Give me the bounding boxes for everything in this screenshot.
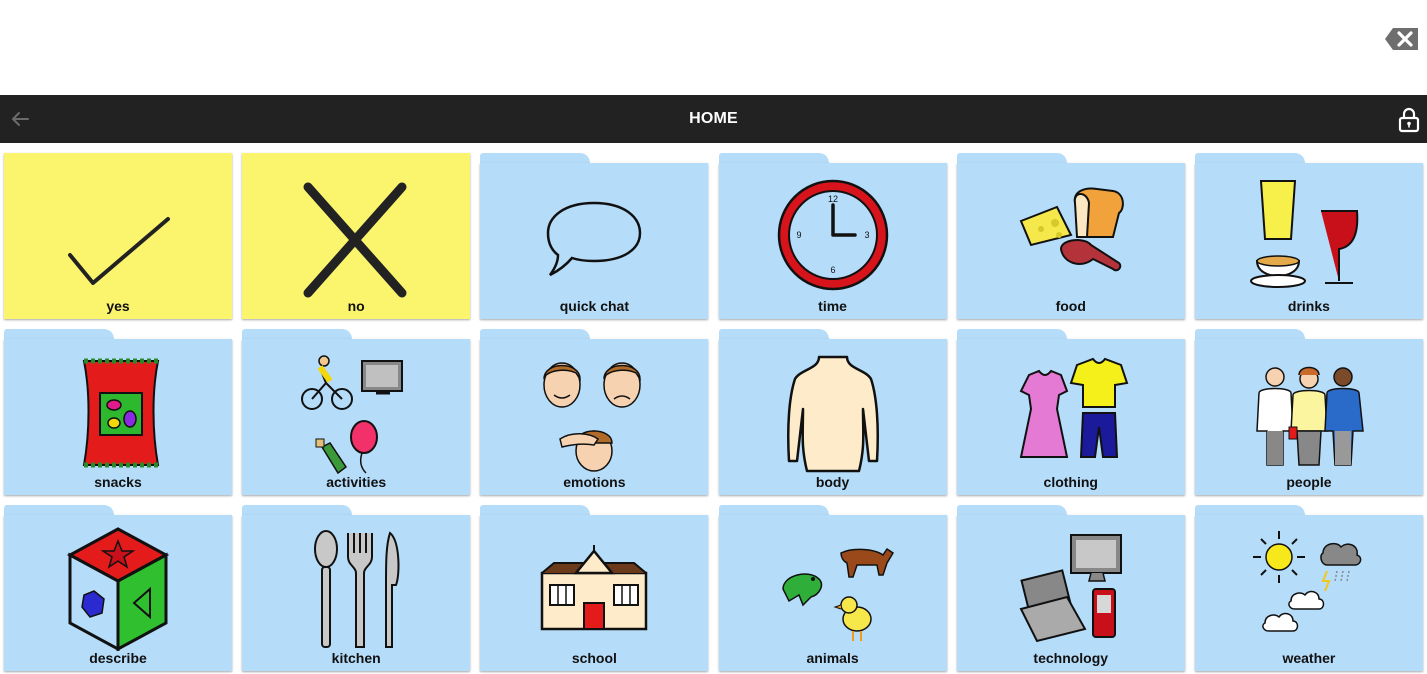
- tile-time[interactable]: 12 3 6 9 time: [718, 153, 947, 319]
- faces-icon: [543, 362, 642, 472]
- tile-label: drinks: [1287, 298, 1330, 314]
- school-building-icon: [541, 545, 648, 631]
- activities-icon: [301, 355, 404, 475]
- devices-icon: [1019, 534, 1122, 643]
- clock-number: 3: [864, 230, 869, 240]
- people-icon: [1256, 366, 1364, 466]
- tile-school[interactable]: school: [480, 505, 709, 671]
- tile-drinks[interactable]: drinks: [1194, 153, 1423, 319]
- tile-label: school: [571, 650, 617, 666]
- tile-yes[interactable]: yes: [4, 153, 232, 319]
- tile-label: quick chat: [559, 298, 629, 314]
- shape-cube-icon: [66, 527, 170, 651]
- tile-activities[interactable]: activities: [242, 329, 471, 495]
- tile-label: food: [1055, 298, 1086, 314]
- snack-bag-icon: [82, 358, 160, 468]
- tile-kitchen[interactable]: kitchen: [242, 505, 471, 671]
- tile-people[interactable]: people: [1194, 329, 1423, 495]
- clock-icon: 12 3 6 9: [777, 179, 888, 291]
- tile-label: technology: [1033, 650, 1109, 666]
- tile-label: activities: [326, 474, 387, 490]
- tile-label: yes: [106, 298, 130, 314]
- backspace-icon[interactable]: [1384, 27, 1420, 51]
- animals-icon: [781, 547, 894, 641]
- torso-icon: [786, 355, 879, 473]
- tile-no[interactable]: no: [242, 153, 471, 319]
- tile-describe[interactable]: describe: [4, 505, 232, 671]
- tile-label: snacks: [94, 474, 142, 490]
- tile-label: no: [347, 298, 365, 314]
- symbol-grid: yes no quick chat 12 3 6 9 time food dri…: [4, 153, 1423, 671]
- lock-icon[interactable]: [1398, 107, 1420, 133]
- tile-snacks[interactable]: snacks: [4, 329, 232, 495]
- tile-label: people: [1286, 474, 1332, 490]
- tile-weather[interactable]: weather: [1194, 505, 1423, 671]
- tile-label: kitchen: [331, 650, 381, 666]
- food-icon: [1019, 187, 1124, 272]
- checkmark-icon: [68, 217, 170, 285]
- drinks-icon: [1249, 180, 1359, 288]
- tile-quick-chat[interactable]: quick chat: [480, 153, 709, 319]
- tile-label: clothing: [1043, 474, 1098, 490]
- clothes-icon: [1019, 357, 1129, 458]
- tile-label: emotions: [563, 474, 626, 490]
- clock-number: 6: [830, 265, 835, 275]
- tile-technology[interactable]: technology: [956, 505, 1185, 671]
- tile-clothing[interactable]: clothing: [956, 329, 1185, 495]
- message-output-bar[interactable]: [0, 0, 1427, 95]
- top-navigation-bar: HOME: [0, 95, 1427, 143]
- cross-icon: [303, 182, 407, 298]
- tile-food[interactable]: food: [956, 153, 1185, 319]
- cutlery-icon: [314, 530, 400, 648]
- speech-bubble-icon: [547, 201, 642, 277]
- tile-emotions[interactable]: emotions: [480, 329, 709, 495]
- weather-icon: [1252, 531, 1362, 632]
- tile-body[interactable]: body: [718, 329, 947, 495]
- clock-number: 9: [796, 230, 801, 240]
- tile-animals[interactable]: animals: [718, 505, 947, 671]
- page-title: HOME: [689, 110, 738, 127]
- tile-label: weather: [1282, 650, 1336, 666]
- tile-label: time: [818, 298, 847, 314]
- clock-number: 12: [828, 194, 838, 204]
- tile-label: body: [815, 474, 850, 490]
- tile-label: animals: [806, 650, 859, 666]
- tile-label: describe: [89, 650, 147, 666]
